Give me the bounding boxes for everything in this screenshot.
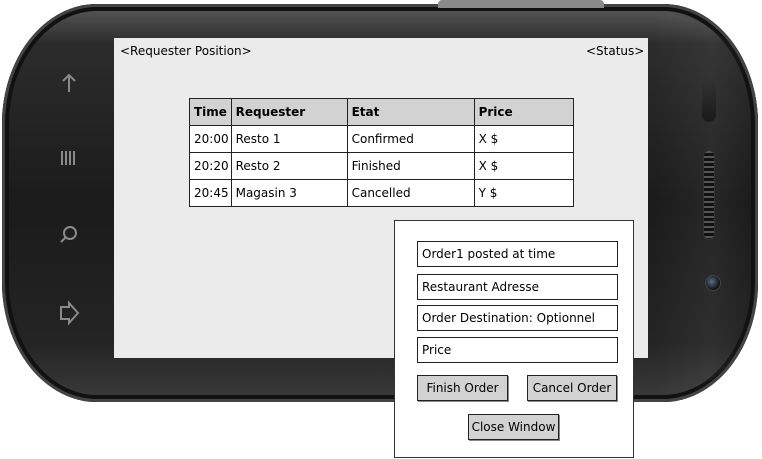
order-detail-window: Finish Order Cancel Order Close Window bbox=[394, 220, 634, 458]
cell-etat: Finished bbox=[346, 152, 475, 180]
requester-position-label: <Requester Position> bbox=[120, 44, 252, 58]
power-button[interactable] bbox=[438, 0, 604, 8]
camera-icon bbox=[705, 275, 721, 291]
menu-icon[interactable] bbox=[54, 143, 84, 173]
column-header-requester: Requester bbox=[230, 98, 348, 126]
table-row[interactable]: 20:00 Resto 1 Confirmed X $ bbox=[189, 125, 575, 153]
orders-table: Time Requester Etat Price 20:00 Resto 1 … bbox=[189, 98, 575, 207]
cell-price: Y $ bbox=[473, 179, 575, 207]
cell-requester: Magasin 3 bbox=[230, 179, 348, 207]
table-row[interactable]: 20:45 Magasin 3 Cancelled Y $ bbox=[189, 179, 575, 207]
order-destination-field[interactable] bbox=[417, 305, 618, 331]
table-header-row: Time Requester Etat Price bbox=[189, 98, 575, 126]
close-window-button[interactable]: Close Window bbox=[468, 414, 559, 440]
status-label: <Status> bbox=[586, 44, 645, 58]
proximity-sensor bbox=[702, 78, 716, 122]
table-row[interactable]: 20:20 Resto 2 Finished X $ bbox=[189, 152, 575, 180]
cancel-order-button[interactable]: Cancel Order bbox=[527, 375, 617, 401]
cell-time: 20:20 bbox=[189, 152, 232, 180]
cell-time: 20:00 bbox=[189, 125, 232, 153]
back-icon[interactable] bbox=[54, 68, 84, 98]
cell-price: X $ bbox=[473, 152, 575, 180]
cell-etat: Confirmed bbox=[346, 125, 475, 153]
finish-order-button[interactable]: Finish Order bbox=[417, 375, 508, 401]
cell-requester: Resto 2 bbox=[230, 152, 348, 180]
cell-price: X $ bbox=[473, 125, 575, 153]
column-header-etat: Etat bbox=[346, 98, 475, 126]
order-posted-field[interactable] bbox=[417, 241, 618, 267]
bezel-glare bbox=[652, 14, 752, 394]
search-icon[interactable] bbox=[54, 220, 84, 250]
cell-etat: Cancelled bbox=[346, 179, 475, 207]
column-header-price: Price bbox=[473, 98, 575, 126]
price-field[interactable] bbox=[417, 337, 618, 363]
column-header-time: Time bbox=[189, 98, 232, 126]
speaker-grille bbox=[703, 150, 715, 240]
forward-icon[interactable] bbox=[54, 298, 84, 328]
restaurant-address-field[interactable] bbox=[417, 274, 618, 300]
cell-time: 20:45 bbox=[189, 179, 232, 207]
cell-requester: Resto 1 bbox=[230, 125, 348, 153]
